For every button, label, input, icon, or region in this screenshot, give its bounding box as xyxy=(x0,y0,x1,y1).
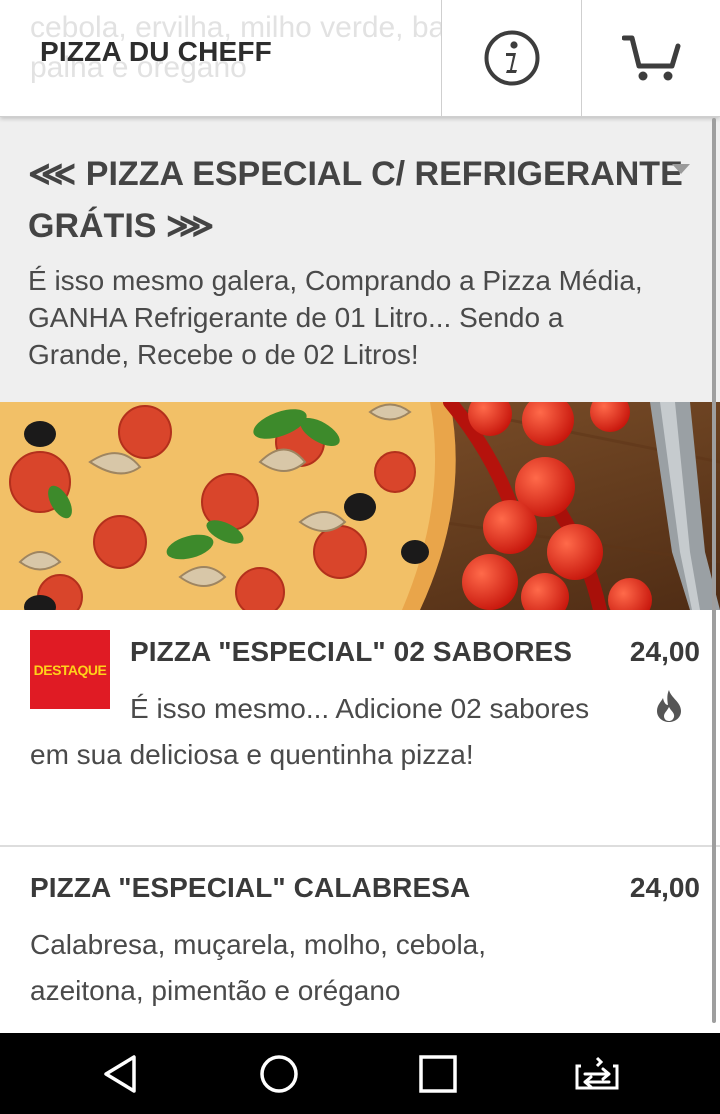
promo-title: ⋘ PIZZA ESPECIAL C/ REFRIGERANTE GRÁTIS … xyxy=(28,155,683,245)
pizza-illustration xyxy=(0,402,720,610)
product-name: PIZZA "ESPECIAL" CALABRESA xyxy=(30,872,471,903)
recents-icon xyxy=(419,1054,457,1093)
flame-icon xyxy=(657,690,681,722)
product-description-text: É isso mesmo... Adicione 02 sabores em s… xyxy=(30,693,590,770)
cart-button[interactable] xyxy=(581,0,720,116)
info-button[interactable] xyxy=(441,0,581,116)
promo-text: É isso mesmo galera, Comprando a Pizza M… xyxy=(28,265,643,370)
screen-share-icon xyxy=(575,1056,619,1089)
product-price: 24,00 xyxy=(629,872,700,903)
system-nav-bar xyxy=(0,1033,720,1114)
info-icon xyxy=(484,30,539,86)
back-icon xyxy=(104,1054,136,1093)
app-header: cebola, ervilha, milho verde, batata pal… xyxy=(0,0,720,117)
scrollbar[interactable] xyxy=(712,118,716,1023)
product-description: É isso mesmo... Adicione 02 sabores em s… xyxy=(30,686,590,778)
back-button[interactable] xyxy=(70,1033,170,1114)
screen-share-button[interactable] xyxy=(547,1033,647,1114)
restaurant-title: PIZZA DU CHEFF xyxy=(40,36,272,67)
product-description: Calabresa, muçarela, molho, cebola, azei… xyxy=(30,929,487,1006)
product-item[interactable]: DESTAQUE PIZZA "ESPECIAL" 02 SABORES 24,… xyxy=(0,610,720,847)
home-icon xyxy=(260,1054,298,1093)
product-name: PIZZA "ESPECIAL" 02 SABORES xyxy=(130,636,573,667)
dropdown-caret-icon[interactable] xyxy=(672,164,690,174)
home-button[interactable] xyxy=(229,1033,329,1114)
hero-pizza-image xyxy=(0,402,720,610)
product-item[interactable]: PIZZA "ESPECIAL" CALABRESA 24,00 Calabre… xyxy=(0,847,720,1033)
recents-button[interactable] xyxy=(388,1033,488,1114)
product-price: 24,00 xyxy=(629,636,700,667)
cart-icon xyxy=(621,35,680,81)
